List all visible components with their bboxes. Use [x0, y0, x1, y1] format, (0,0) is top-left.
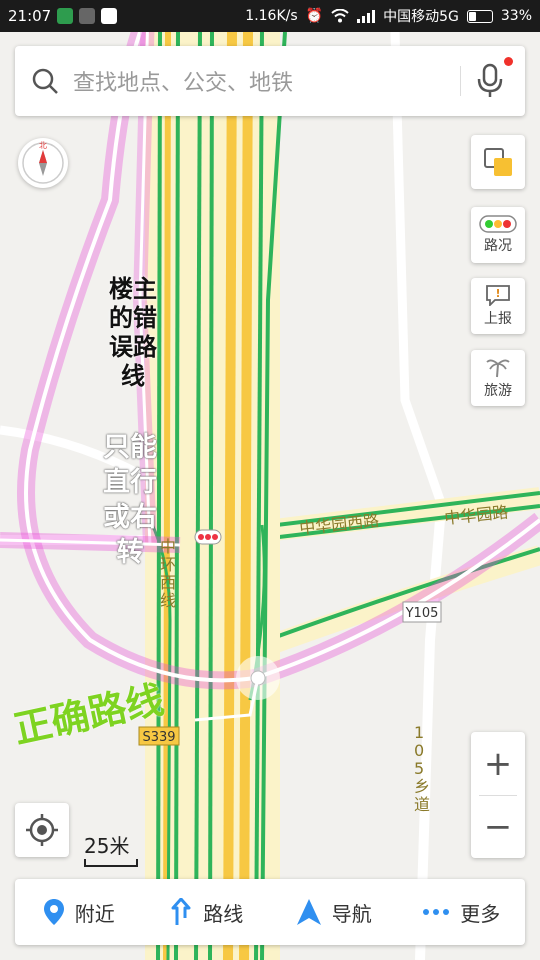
svg-text:Y105: Y105	[405, 606, 439, 621]
palm-tree-icon	[486, 359, 510, 378]
search-bar[interactable]: 查找地点、公交、地铁	[15, 46, 525, 116]
zoom-out-button[interactable]: −	[471, 795, 525, 858]
battery-percent: 33%	[500, 8, 532, 24]
map-scale: 25米	[84, 830, 138, 867]
battery-icon	[466, 9, 493, 23]
travel-label: 旅游	[484, 383, 512, 399]
label-105-village: 105乡道	[414, 723, 431, 814]
alarm-icon: ⏰	[305, 8, 324, 24]
svg-text:!: !	[495, 287, 500, 300]
microphone-icon	[477, 63, 503, 97]
status-bar: 21:07 1.16K/s ⏰ 中国移动5G 33%	[0, 0, 540, 32]
nav-route[interactable]: 路线	[143, 879, 271, 945]
qq-app-icon	[101, 8, 118, 24]
label-y105: Y105	[402, 601, 442, 623]
search-input[interactable]: 查找地点、公交、地铁	[73, 65, 460, 97]
report-label: 上报	[484, 311, 512, 327]
signal-icon	[357, 9, 376, 23]
nav-route-label: 路线	[203, 901, 244, 926]
annotation-wrong-route: 楼主的错误路线	[109, 275, 157, 390]
scale-bar	[84, 859, 138, 867]
travel-button[interactable]: 旅游	[471, 350, 525, 406]
zoom-in-button[interactable]: +	[471, 732, 525, 795]
nav-navigate-label: 导航	[331, 901, 372, 926]
network-speed: 1.16K/s	[245, 8, 298, 24]
nav-nearby[interactable]: 附近	[15, 879, 143, 945]
more-dots-icon	[423, 909, 450, 915]
location-pin-icon	[43, 899, 64, 925]
route-arrow-icon	[171, 898, 191, 925]
status-time: 21:07	[8, 7, 52, 25]
compass-icon: 北	[22, 141, 64, 184]
annotation-only-straight-right: 只能直行或右转	[103, 432, 157, 568]
report-icon: !	[486, 285, 510, 306]
zoom-control: + −	[471, 732, 525, 858]
nav-navigate[interactable]: 导航	[270, 879, 398, 945]
carrier-name: 中国移动5G	[383, 9, 459, 25]
search-icon	[32, 68, 58, 94]
notification-app-icon	[79, 8, 96, 24]
search-divider	[460, 66, 461, 96]
label-s339: S339	[138, 726, 180, 746]
nav-more[interactable]: 更多	[398, 879, 526, 945]
security-app-icon	[57, 8, 74, 24]
navigation-arrow-icon	[296, 899, 321, 925]
notification-dot	[504, 57, 513, 66]
locate-button[interactable]	[15, 803, 69, 857]
nav-more-label: 更多	[460, 901, 501, 926]
microphone-button[interactable]	[475, 57, 513, 99]
traffic-light-icon	[479, 215, 517, 233]
locate-icon	[26, 814, 58, 846]
wifi-icon	[331, 9, 349, 23]
report-button[interactable]: ! 上报	[471, 278, 525, 334]
svg-text:S339: S339	[142, 730, 175, 745]
traffic-label: 路况	[484, 238, 512, 254]
traffic-button[interactable]: 路况	[471, 207, 525, 263]
layers-button[interactable]	[471, 135, 525, 189]
svg-text:北: 北	[39, 141, 47, 150]
compass-button[interactable]: 北	[18, 138, 68, 188]
bottom-nav: 附近 路线 导航 更多	[15, 879, 525, 945]
nav-nearby-label: 附近	[74, 901, 115, 926]
map-canvas[interactable]: 中华园西路 中华园路 Y105 S339	[0, 32, 540, 960]
scale-label: 25米	[84, 834, 130, 858]
layers-icon	[484, 148, 512, 176]
